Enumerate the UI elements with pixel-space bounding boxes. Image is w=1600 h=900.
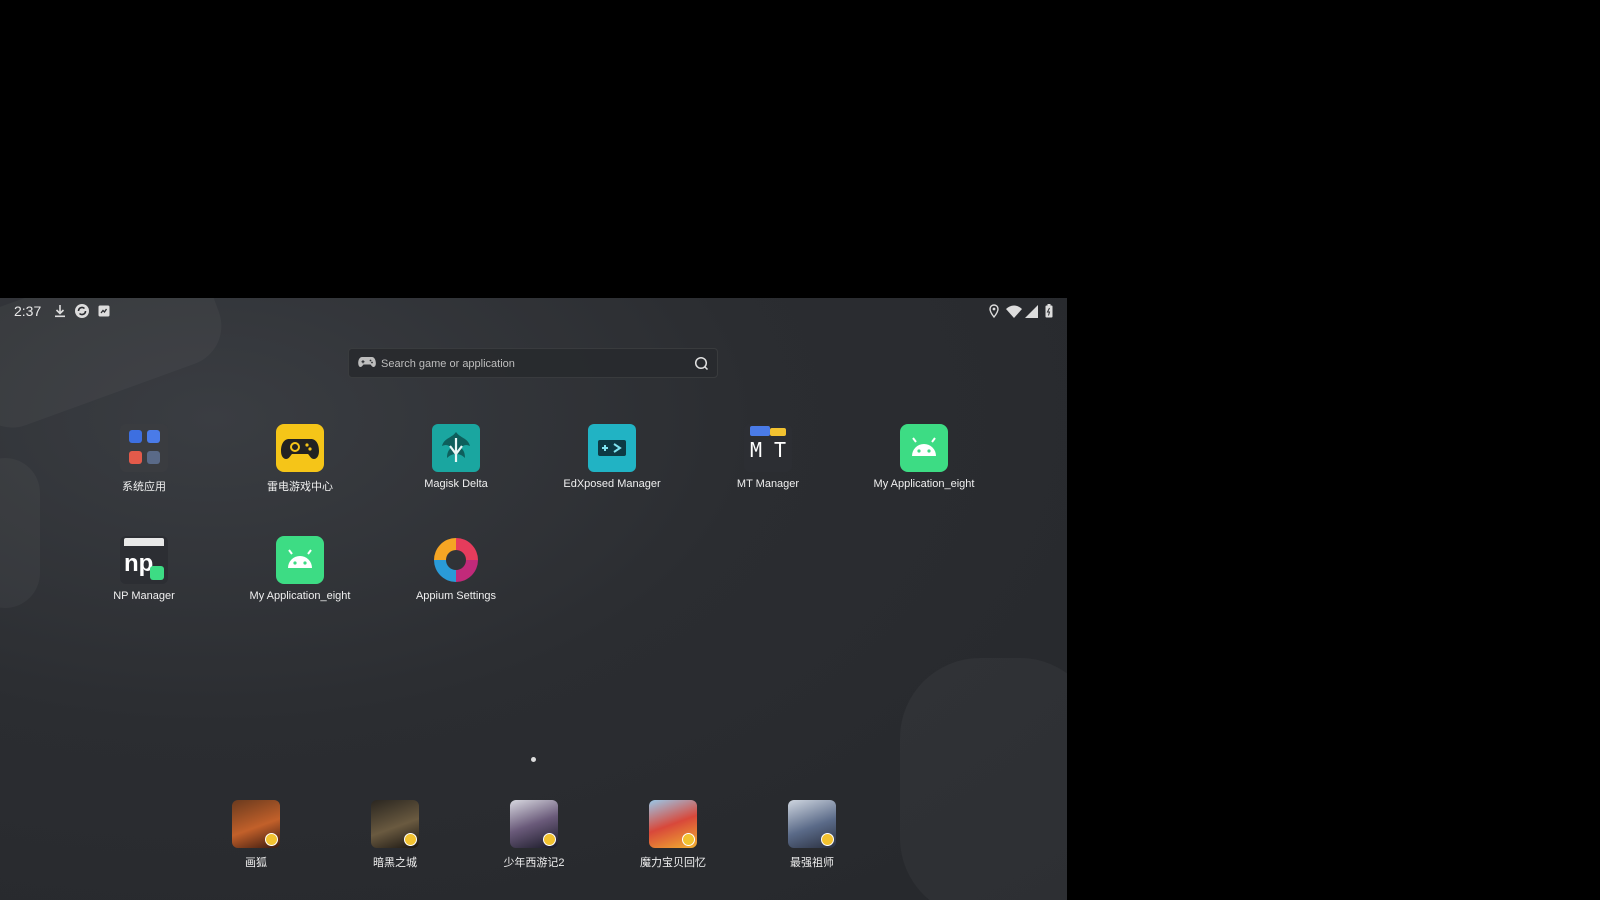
page-indicator — [531, 757, 536, 762]
app-label: 少年西游记2 — [503, 857, 565, 869]
app-label: 画狐 — [245, 857, 267, 869]
app-mt-manager[interactable]: M T MT Manager — [708, 424, 828, 490]
app-my-application-eight[interactable]: My Application_eight — [864, 424, 984, 490]
dock-app-journey-west-2[interactable]: 少年西游记2 — [474, 800, 594, 870]
np-manager-icon: np — [120, 536, 168, 584]
app-label: My Application_eight — [249, 590, 351, 602]
app-label: Appium Settings — [415, 590, 497, 602]
app-label: NP Manager — [113, 590, 175, 602]
dock-app-dark-city[interactable]: 暗黑之城 — [335, 800, 455, 870]
mt-manager-icon: M T — [744, 424, 792, 472]
app-label: 雷电游戏中心 — [267, 481, 333, 493]
app-label: 最强祖师 — [790, 857, 834, 869]
wallpaper-shape — [900, 658, 1067, 900]
app-label: 暗黑之城 — [373, 857, 417, 869]
appium-icon — [432, 536, 480, 584]
dock-app-huahu[interactable]: 画狐 — [196, 800, 316, 870]
magisk-icon — [432, 424, 480, 472]
app-label: Magisk Delta — [424, 478, 488, 490]
app-appium-settings[interactable]: Appium Settings — [396, 536, 516, 602]
app-system-apps[interactable]: 系统应用 — [84, 424, 204, 494]
dock-app-crossgate-memories[interactable]: 魔力宝贝回忆 — [613, 800, 733, 870]
search-bar[interactable] — [348, 348, 718, 378]
gamepad-icon — [358, 355, 376, 374]
system-apps-folder-icon — [120, 424, 168, 472]
game-center-icon — [276, 424, 324, 472]
app-game-center[interactable]: 雷电游戏中心 — [240, 424, 360, 494]
notification-icon — [95, 302, 113, 320]
sync-icon — [73, 302, 91, 320]
dock-app-strongest-master[interactable]: 最强祖师 — [752, 800, 872, 870]
app-my-application-eight-2[interactable]: My Application_eight — [240, 536, 360, 602]
app-label: 系统应用 — [122, 481, 166, 493]
search-icon[interactable] — [694, 356, 709, 376]
battery-icon — [1040, 302, 1058, 320]
app-label: EdXposed Manager — [563, 478, 661, 490]
edxposed-icon — [588, 424, 636, 472]
status-bar: 2:37 — [0, 298, 1067, 324]
android-home-screen: 2:37 Search game or application 系统应用 雷电游… — [0, 298, 1067, 900]
game-icon — [649, 800, 697, 848]
app-edxposed-manager[interactable]: EdXposed Manager — [552, 424, 672, 490]
search-input[interactable] — [379, 354, 683, 374]
app-magisk-delta[interactable]: Magisk Delta — [396, 424, 516, 490]
game-icon — [788, 800, 836, 848]
app-label: 魔力宝贝回忆 — [640, 857, 706, 869]
android-icon — [900, 424, 948, 472]
app-label: My Application_eight — [873, 478, 975, 490]
android-icon — [276, 536, 324, 584]
game-icon — [371, 800, 419, 848]
game-icon — [510, 800, 558, 848]
status-time: 2:37 — [14, 303, 42, 319]
signal-icon — [1022, 302, 1040, 320]
game-icon — [232, 800, 280, 848]
download-icon — [51, 302, 69, 320]
wallpaper-shape — [0, 458, 40, 608]
app-label: MT Manager — [736, 478, 800, 490]
wifi-icon — [1005, 302, 1023, 320]
location-icon — [985, 302, 1003, 320]
app-np-manager[interactable]: np NP Manager — [84, 536, 204, 602]
